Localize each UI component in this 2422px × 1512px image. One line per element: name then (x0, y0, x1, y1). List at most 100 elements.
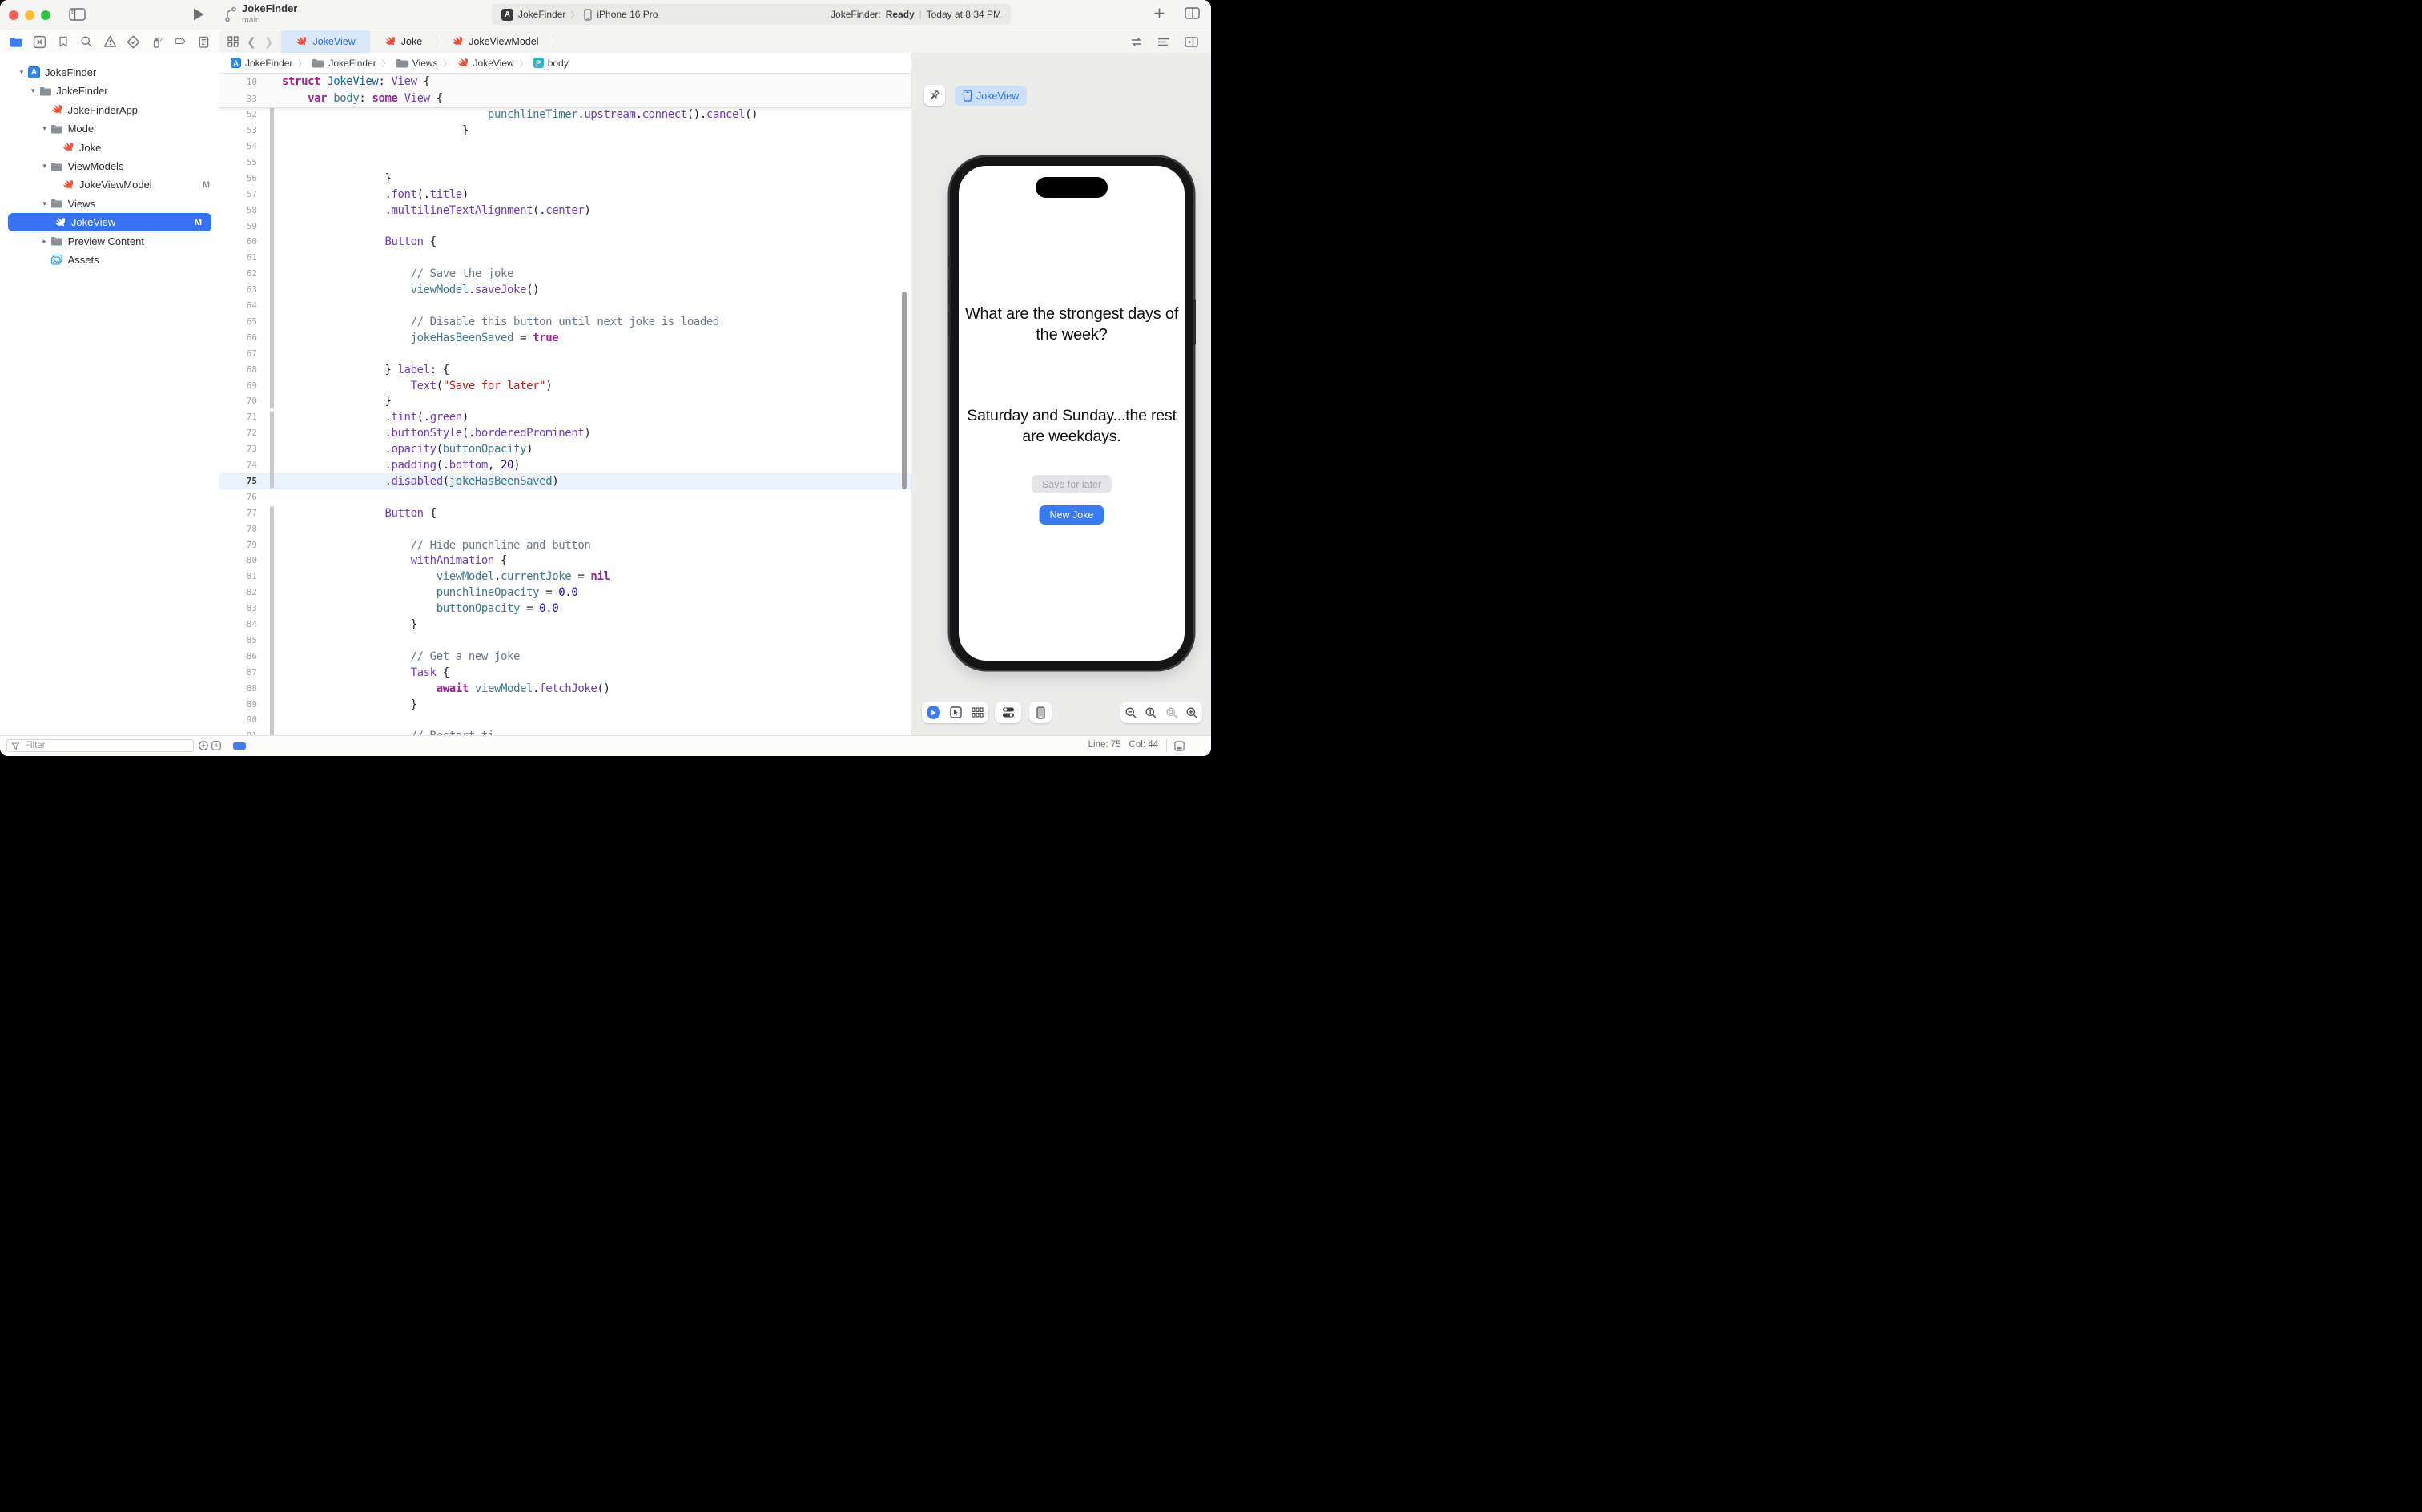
line-number[interactable]: 69 (219, 378, 257, 394)
zoom-window-button[interactable] (41, 10, 50, 20)
code-line-70[interactable]: 70 } (219, 393, 911, 409)
navigator-filter-field[interactable] (6, 739, 194, 752)
sidebar-item-model[interactable]: ▾Model (0, 119, 219, 138)
line-number[interactable]: 87 (219, 665, 257, 681)
code-line-58[interactable]: 58 .multilineTextAlignment(.center) (219, 203, 911, 219)
code-line-66[interactable]: 66 jokeHasBeenSaved = true (219, 330, 911, 346)
line-number[interactable]: 77 (219, 505, 257, 521)
recent-files-filter-icon[interactable] (211, 740, 222, 751)
line-number[interactable]: 62 (219, 266, 257, 282)
breadcrumb-item-jokefinder[interactable]: JokeFinder (312, 58, 376, 69)
line-number[interactable]: 59 (219, 219, 257, 235)
breakpoints-tag-icon[interactable] (171, 33, 189, 50)
changes-icon[interactable] (30, 33, 48, 50)
code-line-89[interactable]: 89 } (219, 697, 911, 713)
code-line-53[interactable]: 53 } (219, 123, 911, 139)
code-line-82[interactable]: 82 punchlineOpacity = 0.0 (219, 585, 911, 601)
line-number[interactable]: 89 (219, 697, 257, 713)
code-line-63[interactable]: 63 viewModel.saveJoke() (219, 282, 911, 298)
toggle-navigator-icon[interactable] (69, 7, 86, 22)
line-number[interactable]: 33 (219, 90, 257, 107)
line-number[interactable]: 76 (219, 489, 257, 505)
run-destination[interactable]: iPhone 16 Pro (597, 9, 658, 20)
line-number[interactable]: 65 (219, 314, 257, 330)
line-number[interactable]: 84 (219, 617, 257, 633)
related-items-icon[interactable] (227, 36, 239, 47)
activity-view[interactable]: A JokeFinder 〉 iPhone 16 Pro JokeFinder:… (492, 4, 1011, 25)
code-line-78[interactable]: 78 (219, 521, 911, 537)
code-line-74[interactable]: 74 .padding(.bottom, 20) (219, 457, 911, 473)
line-number[interactable]: 53 (219, 123, 257, 139)
code-review-icon[interactable] (1157, 37, 1170, 47)
device-bezel-button[interactable] (1036, 706, 1045, 719)
code-line-77[interactable]: 77 Button { (219, 505, 911, 521)
close-window-button[interactable] (9, 10, 18, 20)
line-number[interactable]: 57 (219, 187, 257, 203)
zoom-out-icon[interactable] (1124, 706, 1137, 719)
code-line-85[interactable]: 85 (219, 633, 911, 649)
code-line-65[interactable]: 65 // Disable this button until next jok… (219, 314, 911, 330)
zoom-in-icon[interactable] (1185, 706, 1198, 719)
sidebar-item-viewmodels[interactable]: ▾ViewModels (0, 157, 219, 175)
search-icon[interactable] (78, 33, 95, 50)
code-line-54[interactable]: 54 (219, 139, 911, 155)
project-navigator-folder-icon[interactable] (7, 33, 25, 50)
filter-input[interactable] (23, 740, 171, 751)
code-line-75[interactable]: 75 .disabled(jokeHasBeenSaved) (219, 473, 911, 489)
zoom-100-icon[interactable] (1145, 706, 1157, 719)
disclosure-chevron-icon[interactable]: ▾ (39, 162, 50, 171)
line-number[interactable]: 64 (219, 298, 257, 314)
code-line-88[interactable]: 88 await viewModel.fetchJoke() (219, 681, 911, 697)
line-number[interactable]: 79 (219, 537, 257, 553)
line-number[interactable]: 63 (219, 282, 257, 298)
code-line-62[interactable]: 62 // Save the joke (219, 266, 911, 282)
tab-jokeviewmodel[interactable]: JokeViewModel (437, 30, 553, 53)
iphone-preview-device[interactable]: What are the strongest days of the week?… (950, 157, 1193, 670)
line-number[interactable]: 55 (219, 155, 257, 171)
code-line-60[interactable]: 60 Button { (219, 234, 911, 250)
line-number[interactable]: 58 (219, 203, 257, 219)
selectable-mode-button[interactable] (950, 706, 962, 718)
line-number[interactable]: 72 (219, 425, 257, 441)
code-line-71[interactable]: 71 .tint(.green) (219, 409, 911, 425)
sidebar-item-jokefinder[interactable]: ▾AJokeFinder (0, 63, 219, 82)
line-number[interactable]: 88 (219, 681, 257, 697)
line-number[interactable]: 73 (219, 441, 257, 457)
zoom-fit-icon[interactable] (1165, 706, 1178, 719)
breadcrumb-item-jokeview[interactable]: JokeView (457, 58, 514, 69)
disclosure-chevron-icon[interactable]: ▸ (39, 237, 50, 246)
code-line-64[interactable]: 64 (219, 298, 911, 314)
reports-list-icon[interactable] (195, 33, 212, 50)
code-line-68[interactable]: 68 } label: { (219, 362, 911, 378)
code-line-83[interactable]: 83 buttonOpacity = 0.0 (219, 601, 911, 617)
disclosure-chevron-icon[interactable]: ▾ (39, 124, 50, 133)
line-number[interactable]: 70 (219, 393, 257, 409)
add-editor-icon[interactable] (1185, 37, 1198, 47)
line-number[interactable]: 60 (219, 234, 257, 250)
sidebar-item-assets[interactable]: Assets (0, 251, 219, 269)
code-line-84[interactable]: 84 } (219, 617, 911, 633)
code-line-81[interactable]: 81 viewModel.currentJoke = nil (219, 569, 911, 585)
tab-joke[interactable]: Joke (370, 30, 437, 53)
disclosure-chevron-icon[interactable]: ▾ (27, 86, 38, 95)
adjust-editor-icon[interactable] (1173, 740, 1185, 752)
line-number[interactable]: 85 (219, 633, 257, 649)
code-line-59[interactable]: 59 (219, 219, 911, 235)
line-number[interactable]: 75 (219, 473, 257, 489)
line-number[interactable]: 52 (219, 107, 257, 123)
scheme-block[interactable]: JokeFinder main (224, 3, 297, 25)
add-button[interactable] (1153, 7, 1165, 19)
tab-jokeview[interactable]: JokeView (281, 30, 369, 53)
jump-bar[interactable]: AJokeFinder〉JokeFinder〉Views〉JokeView〉Pb… (219, 53, 911, 74)
disclosure-chevron-icon[interactable]: ▾ (39, 199, 50, 208)
source-editor[interactable]: 52 punchlineTimer.upstream.connect().can… (219, 74, 911, 736)
code-line-33[interactable]: 33 var body: some View { (219, 90, 911, 107)
code-line-86[interactable]: 86 // Get a new joke (219, 649, 911, 665)
code-line-55[interactable]: 55 (219, 155, 911, 171)
minimize-window-button[interactable] (25, 10, 34, 20)
line-number[interactable]: 54 (219, 139, 257, 155)
add-filter-icon[interactable] (198, 740, 209, 751)
line-number[interactable]: 66 (219, 330, 257, 346)
line-number[interactable]: 56 (219, 171, 257, 187)
go-forward-icon[interactable]: ❯ (264, 35, 274, 49)
